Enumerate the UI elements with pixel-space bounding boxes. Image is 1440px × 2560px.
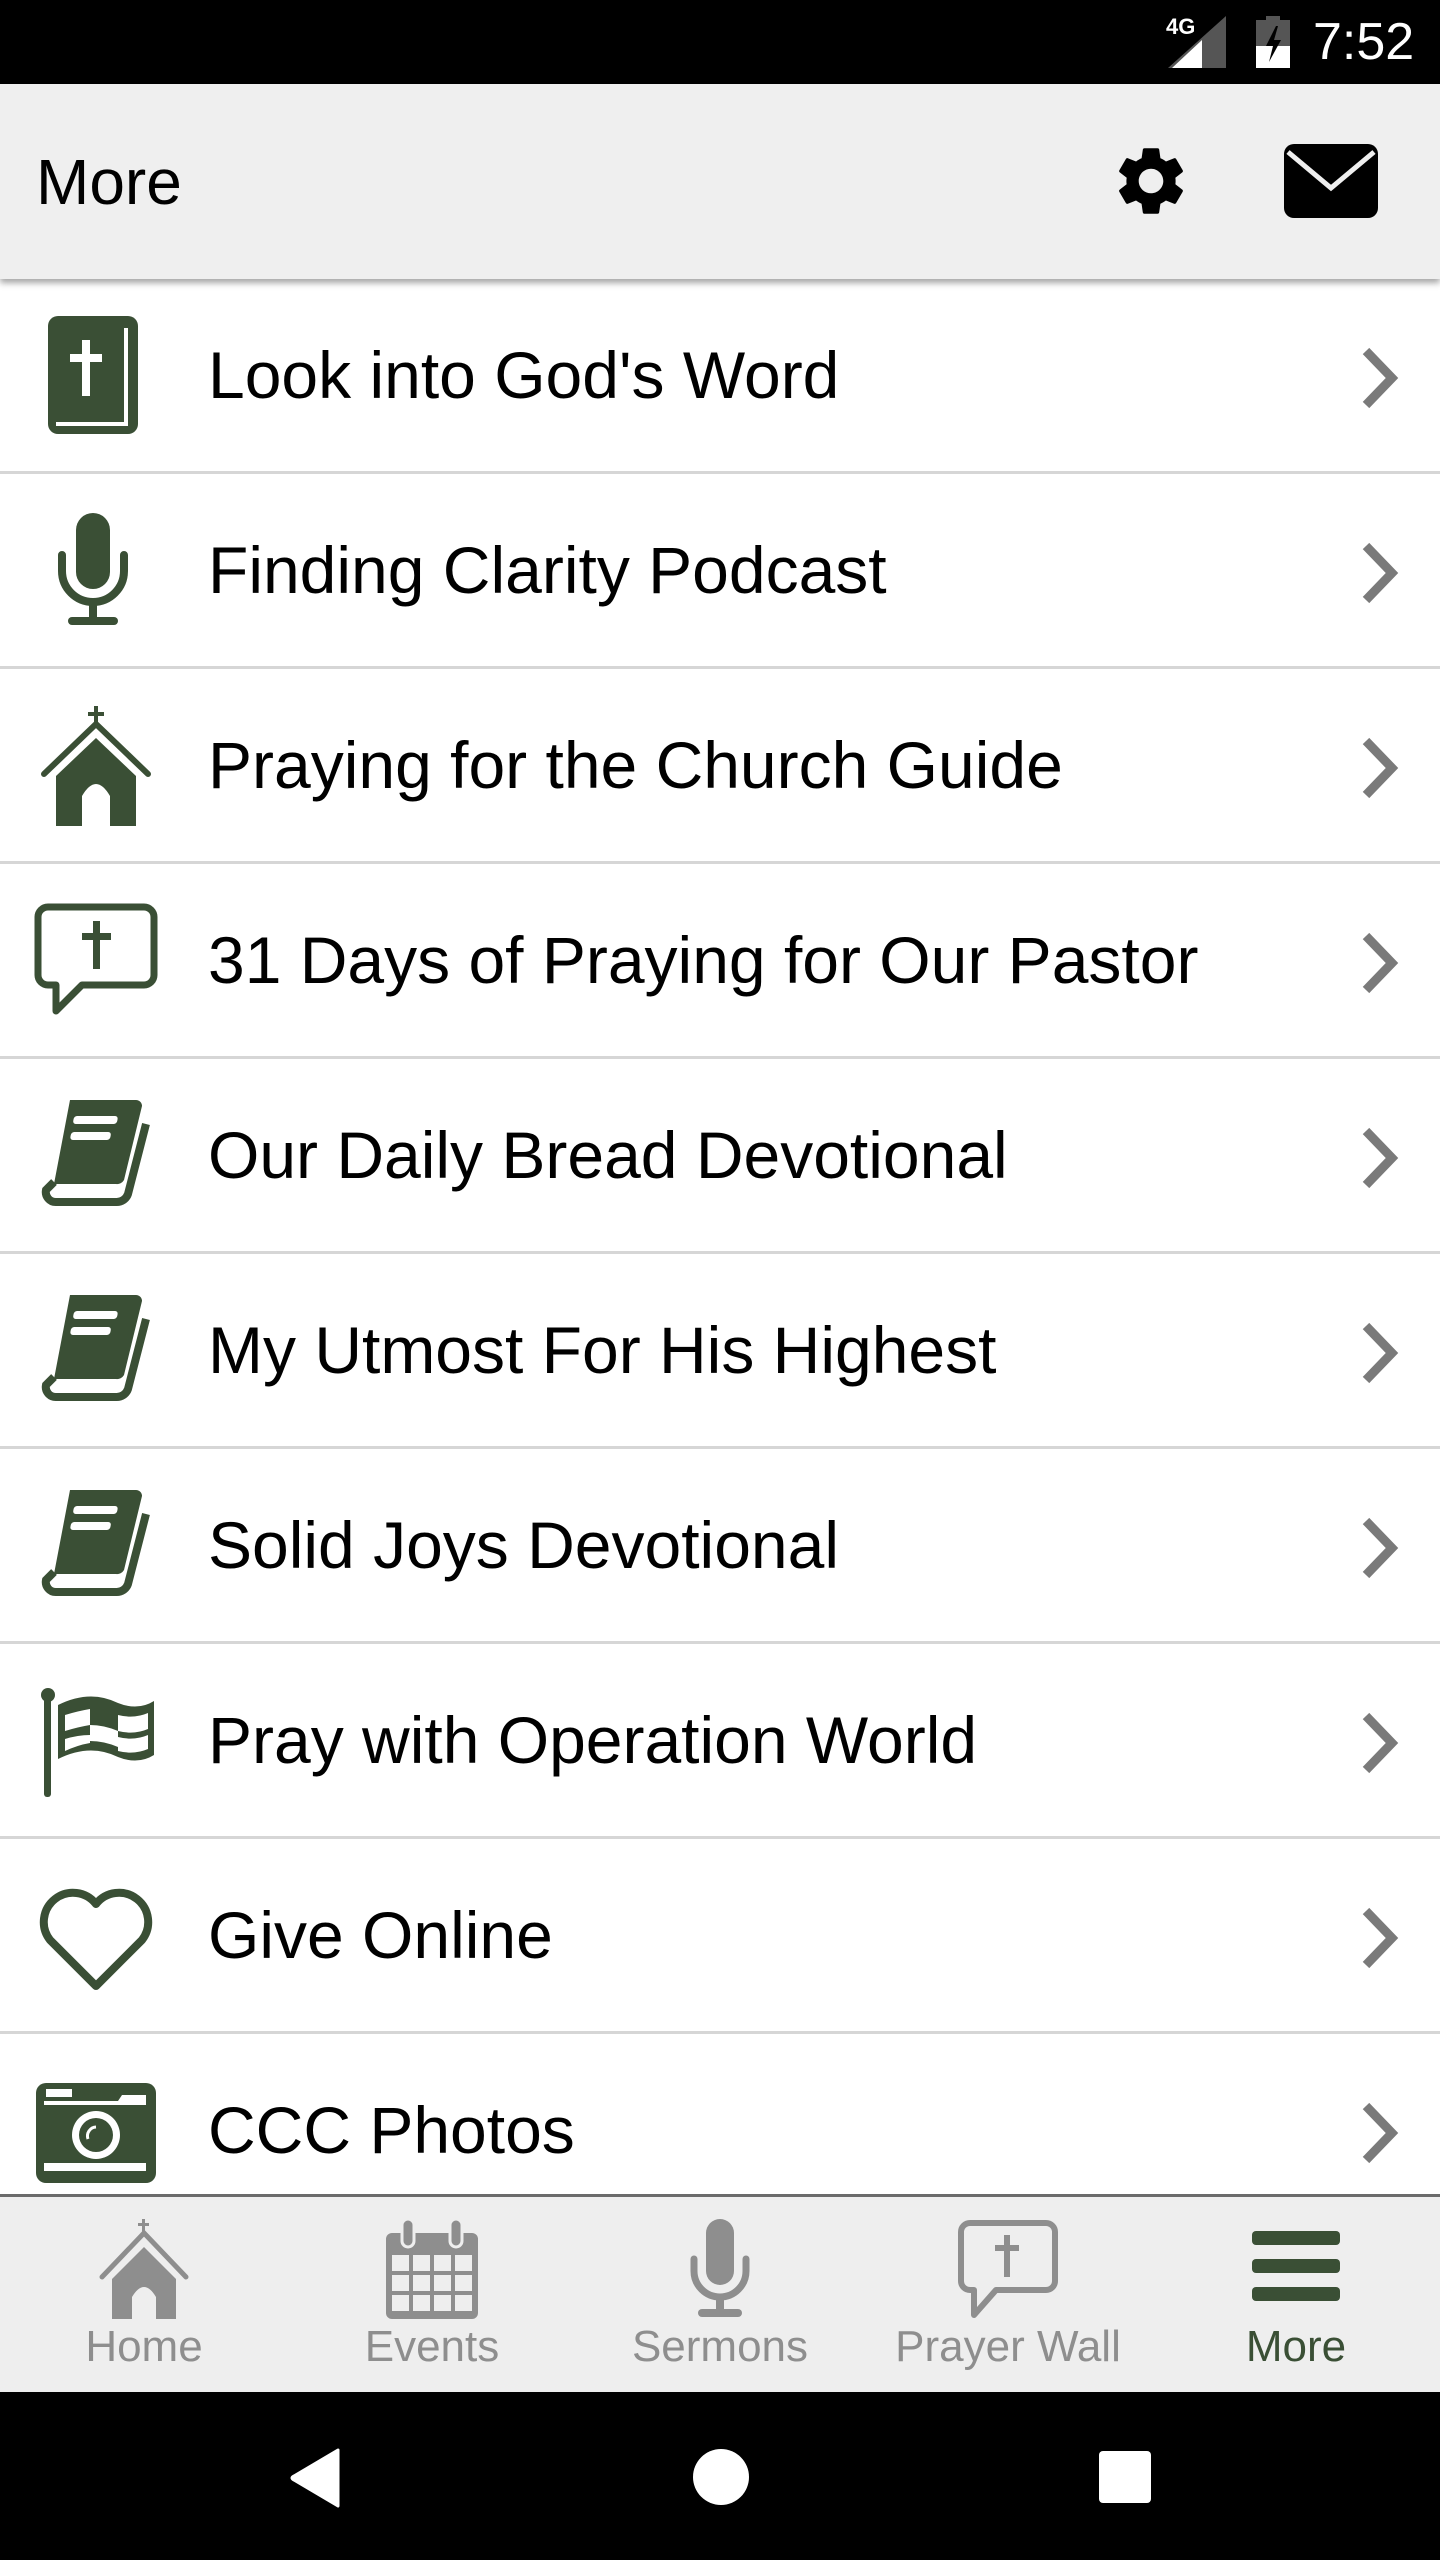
status-bar: 4G 7:52: [0, 0, 1440, 84]
more-menu-list: Look into God's Word Finding Clarity Pod…: [0, 279, 1440, 2194]
page-title: More: [36, 146, 182, 218]
chevron-right-icon: [1362, 932, 1399, 994]
gear-icon[interactable]: [1110, 140, 1192, 222]
tab-events[interactable]: Events: [288, 2197, 576, 2392]
battery-charging-icon: [1256, 16, 1290, 68]
list-item-label: Solid Joys Devotional: [208, 1508, 839, 1582]
list-item-podcast[interactable]: Finding Clarity Podcast: [0, 474, 1440, 669]
menu-icon: [1252, 2231, 1340, 2301]
book-icon: [41, 1295, 150, 1401]
list-item-label: Pray with Operation World: [208, 1703, 978, 1777]
list-item-daily-bread[interactable]: Our Daily Bread Devotional: [0, 1059, 1440, 1254]
bottom-tab-bar: Home Events Sermons Prayer Wall More: [0, 2194, 1440, 2392]
tab-label: Events: [364, 2322, 500, 2371]
tab-label: Sermons: [631, 2322, 809, 2371]
tab-label: More: [1245, 2322, 1347, 2371]
app-bar: More: [0, 84, 1440, 279]
list-item-gods-word[interactable]: Look into God's Word: [0, 279, 1440, 474]
list-item-label: Our Daily Bread Devotional: [208, 1118, 1008, 1192]
chevron-right-icon: [1362, 2102, 1399, 2164]
list-item-utmost[interactable]: My Utmost For His Highest: [0, 1254, 1440, 1449]
chevron-right-icon: [1362, 1517, 1399, 1579]
list-item-label: 31 Days of Praying for Our Pastor: [208, 923, 1199, 997]
list-item-operation-world[interactable]: Pray with Operation World: [0, 1644, 1440, 1839]
bible-icon: [48, 316, 138, 434]
back-icon[interactable]: [288, 2448, 344, 2508]
system-nav-bar: [0, 2392, 1440, 2560]
list-item-give-online[interactable]: Give Online: [0, 1839, 1440, 2034]
chevron-right-icon: [1362, 1907, 1399, 1969]
tab-more[interactable]: More: [1152, 2197, 1440, 2392]
microphone-icon: [58, 513, 128, 625]
flag-icon: [41, 1688, 154, 1797]
prayer-bubble-icon: [958, 2220, 1058, 2318]
chevron-right-icon: [1362, 1712, 1399, 1774]
camera-icon: [36, 2083, 156, 2183]
list-item-church-guide[interactable]: Praying for the Church Guide: [0, 669, 1440, 864]
home-circle-icon[interactable]: [692, 2448, 750, 2506]
list-item-label: Finding Clarity Podcast: [208, 533, 887, 607]
signal-icon: [1168, 16, 1226, 68]
chevron-right-icon: [1362, 347, 1399, 409]
microphone-icon: [690, 2219, 750, 2317]
list-item-photos[interactable]: CCC Photos: [0, 2034, 1440, 2194]
tab-label: Prayer Wall: [895, 2322, 1121, 2371]
recents-square-icon[interactable]: [1098, 2450, 1152, 2504]
list-item-label: Praying for the Church Guide: [208, 728, 1063, 802]
list-item-label: Look into God's Word: [208, 338, 840, 412]
list-item-solid-joys[interactable]: Solid Joys Devotional: [0, 1449, 1440, 1644]
list-item-label: CCC Photos: [208, 2093, 575, 2167]
chevron-right-icon: [1362, 1322, 1399, 1384]
tab-prayer-wall[interactable]: Prayer Wall: [864, 2197, 1152, 2392]
chevron-right-icon: [1362, 737, 1399, 799]
clock: 7:52: [1313, 13, 1415, 71]
book-icon: [41, 1490, 150, 1596]
chevron-right-icon: [1362, 1127, 1399, 1189]
church-icon: [99, 2219, 189, 2319]
list-item-pastor-prayer[interactable]: 31 Days of Praying for Our Pastor: [0, 864, 1440, 1059]
church-icon: [41, 706, 151, 826]
calendar-icon: [386, 2219, 478, 2319]
tab-home[interactable]: Home: [0, 2197, 288, 2392]
book-icon: [41, 1100, 150, 1206]
heart-icon: [39, 1888, 153, 1990]
tab-label: Home: [85, 2322, 203, 2371]
tab-sermons[interactable]: Sermons: [576, 2197, 864, 2392]
chevron-right-icon: [1362, 542, 1399, 604]
mail-icon[interactable]: [1284, 144, 1378, 218]
list-item-label: Give Online: [208, 1898, 553, 1972]
prayer-bubble-icon: [34, 903, 158, 1015]
list-item-label: My Utmost For His Highest: [208, 1313, 997, 1387]
